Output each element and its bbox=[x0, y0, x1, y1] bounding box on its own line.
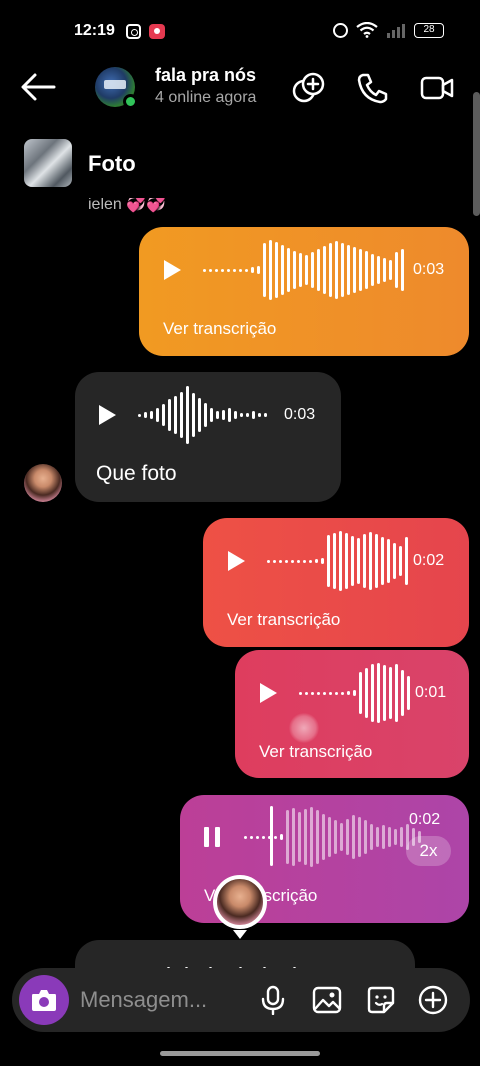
voice-message-bubble[interactable]: 0:03 Que foto bbox=[75, 372, 341, 502]
wifi-icon bbox=[356, 22, 378, 38]
message-text: Que foto bbox=[96, 462, 177, 485]
chat-header: fala pra nós 4 online agora bbox=[0, 60, 480, 120]
waveform[interactable] bbox=[203, 240, 404, 300]
waveform[interactable] bbox=[267, 531, 408, 591]
scrollbar[interactable] bbox=[473, 92, 480, 216]
playback-speed-button[interactable]: 2x bbox=[406, 836, 451, 866]
camera-button[interactable] bbox=[19, 975, 69, 1025]
voice-duration: 0:02 bbox=[413, 552, 445, 569]
touch-indicator bbox=[289, 713, 319, 743]
add-people-icon[interactable] bbox=[292, 71, 326, 105]
voice-duration: 0:03 bbox=[413, 261, 445, 278]
voice-message-bubble[interactable]: 0:03 Ver transcrição bbox=[139, 227, 469, 356]
status-time: 12:19 bbox=[74, 22, 115, 39]
screen-record-icon bbox=[149, 24, 165, 39]
voice-message-bubble[interactable]: 0:01 Ver transcrição bbox=[235, 650, 469, 778]
home-indicator[interactable] bbox=[160, 1051, 320, 1056]
photo-thumbnail[interactable] bbox=[24, 139, 72, 187]
group-avatar[interactable] bbox=[95, 67, 138, 109]
waveform[interactable] bbox=[299, 663, 410, 723]
plus-circle-icon[interactable] bbox=[418, 985, 448, 1015]
alarm-icon bbox=[333, 22, 348, 38]
phone-icon[interactable] bbox=[356, 71, 390, 105]
sender-avatar[interactable] bbox=[24, 464, 62, 502]
message-composer bbox=[12, 968, 470, 1032]
online-status: 4 online agora bbox=[155, 89, 257, 106]
sticker-icon[interactable] bbox=[366, 985, 396, 1015]
play-icon[interactable] bbox=[164, 260, 181, 280]
message-input[interactable] bbox=[80, 986, 250, 1014]
view-transcript-link[interactable]: Ver transcrição bbox=[227, 610, 340, 630]
playback-scrubber[interactable] bbox=[270, 806, 273, 866]
play-icon[interactable] bbox=[228, 551, 245, 571]
play-icon[interactable] bbox=[99, 405, 116, 425]
voice-duration: 0:02 bbox=[409, 811, 441, 828]
battery-indicator: 28 bbox=[414, 22, 444, 38]
microphone-icon[interactable] bbox=[258, 985, 288, 1015]
online-indicator bbox=[123, 94, 138, 109]
clipped-sender-name: ielen 💞💞 bbox=[88, 198, 167, 213]
play-icon[interactable] bbox=[260, 683, 277, 703]
camera-icon bbox=[32, 990, 56, 1011]
status-bar: 12:19 28 bbox=[0, 0, 480, 64]
view-transcript-link[interactable]: Ver transcrição bbox=[259, 742, 372, 762]
voice-message-bubble[interactable]: 0:02 Ver transcrição bbox=[203, 518, 469, 647]
status-icons: 28 bbox=[333, 22, 444, 38]
arrow-left-icon[interactable] bbox=[20, 72, 56, 102]
voice-duration: 0:01 bbox=[415, 684, 447, 701]
instagram-notification-icon bbox=[126, 24, 141, 39]
pause-icon[interactable] bbox=[204, 827, 220, 847]
waveform[interactable] bbox=[138, 385, 267, 445]
signal-icon bbox=[387, 24, 405, 38]
seen-by-avatar bbox=[213, 875, 267, 939]
voice-duration: 0:03 bbox=[284, 406, 316, 423]
photo-label: Foto bbox=[88, 151, 136, 176]
chat-title[interactable]: fala pra nós bbox=[155, 65, 256, 86]
video-camera-icon[interactable] bbox=[420, 71, 454, 105]
gallery-icon[interactable] bbox=[312, 985, 342, 1015]
view-transcript-link[interactable]: Ver transcrição bbox=[163, 319, 276, 339]
